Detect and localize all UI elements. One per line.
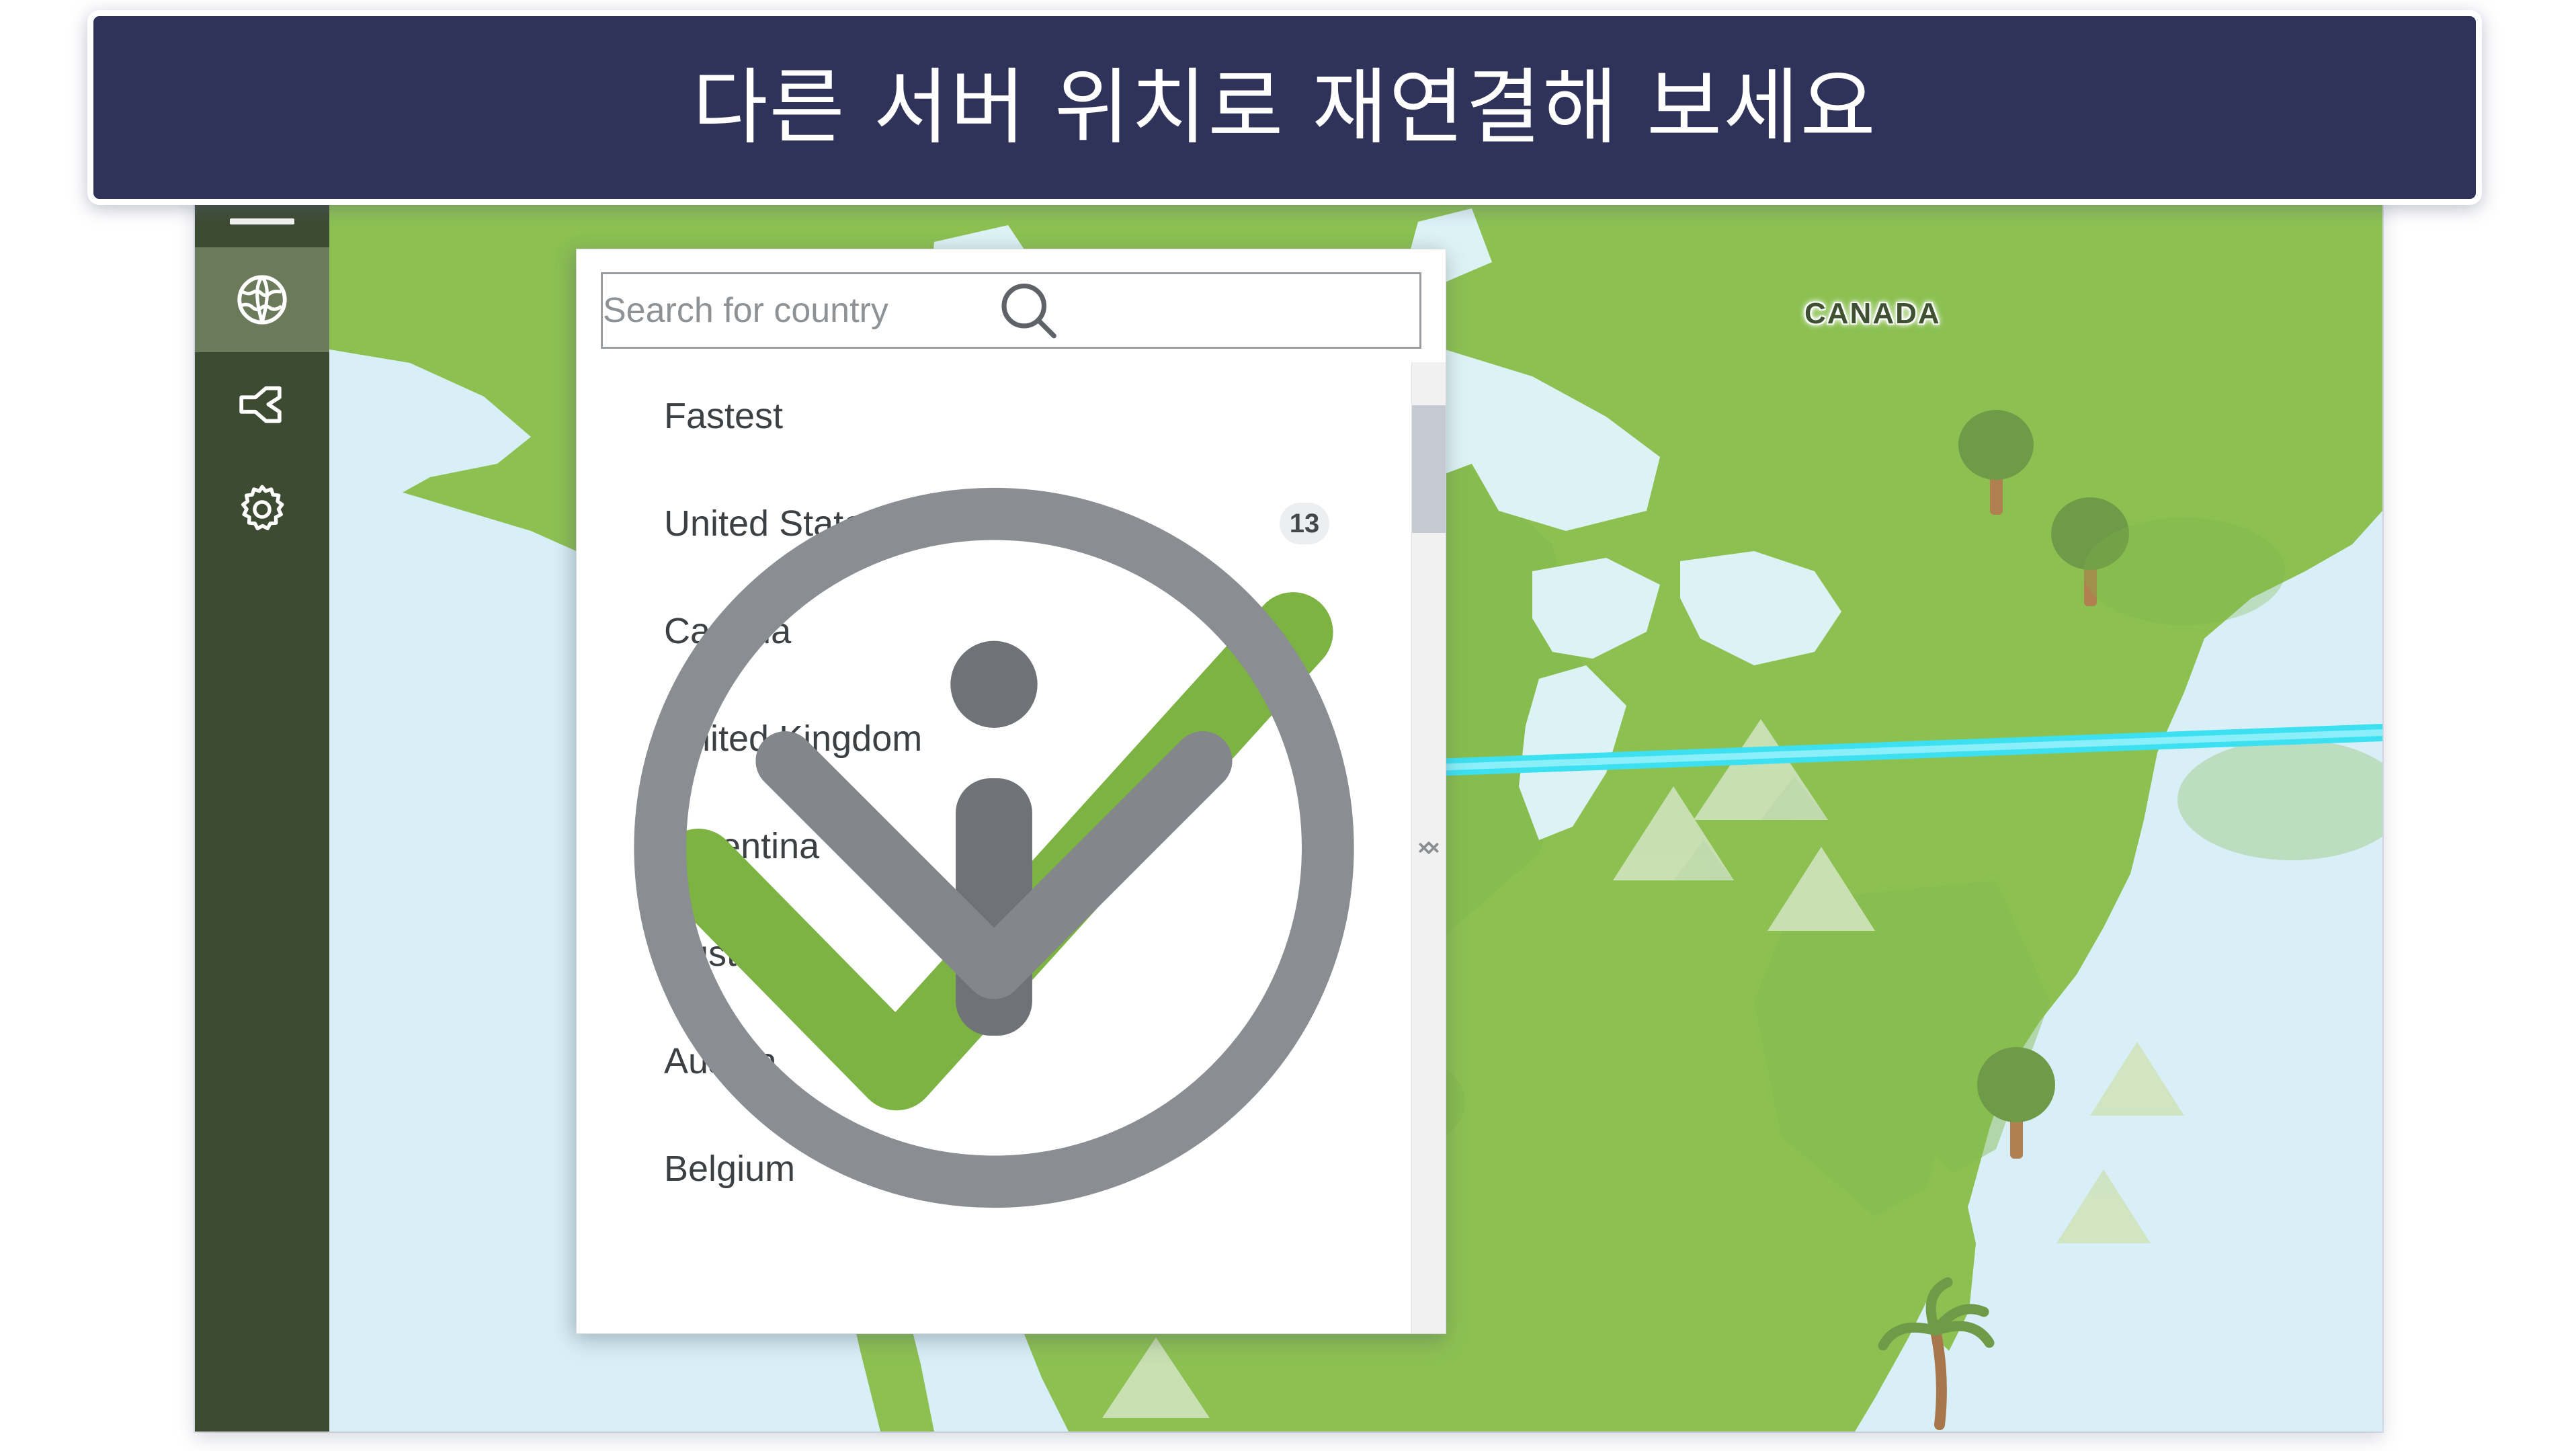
sidebar-item-settings[interactable] (195, 457, 329, 562)
sidebar-item-locations[interactable] (195, 247, 329, 352)
world-map[interactable]: CANADA Search for country Fastest United… (329, 195, 2382, 1432)
split-tunneling-icon (239, 386, 282, 423)
promo-banner: 다른 서버 위치로 재연결해 보세요 (87, 10, 2482, 205)
list-item-canada[interactable]: Canada 3 (577, 577, 1411, 999)
map-label-canada: CANADA (1804, 297, 1941, 330)
country-dropdown-panel: Fastest United States (576, 249, 1446, 1334)
promo-banner-text: 다른 서버 위치로 재연결해 보세요 (692, 60, 1877, 155)
sidebar (195, 195, 329, 1432)
search-container (577, 249, 1446, 362)
gear-icon (241, 485, 284, 530)
vpn-app-window: CANADA Search for country Fastest United… (195, 195, 2382, 1432)
country-list[interactable]: Fastest United States 13 Canada 3 United… (577, 362, 1411, 1333)
globe-icon (237, 275, 287, 325)
search-box[interactable] (601, 272, 1421, 349)
country-list-scrollbar[interactable] (1411, 362, 1446, 1333)
sidebar-item-split-tunneling[interactable] (195, 352, 329, 457)
country-list-region: Fastest United States 13 Canada 3 United… (577, 362, 1446, 1333)
menu-bar-icon (230, 218, 294, 224)
scroll-down-button[interactable] (1412, 843, 1446, 1333)
search-icon (1001, 283, 1056, 339)
chevron-down-icon (1419, 843, 1439, 854)
